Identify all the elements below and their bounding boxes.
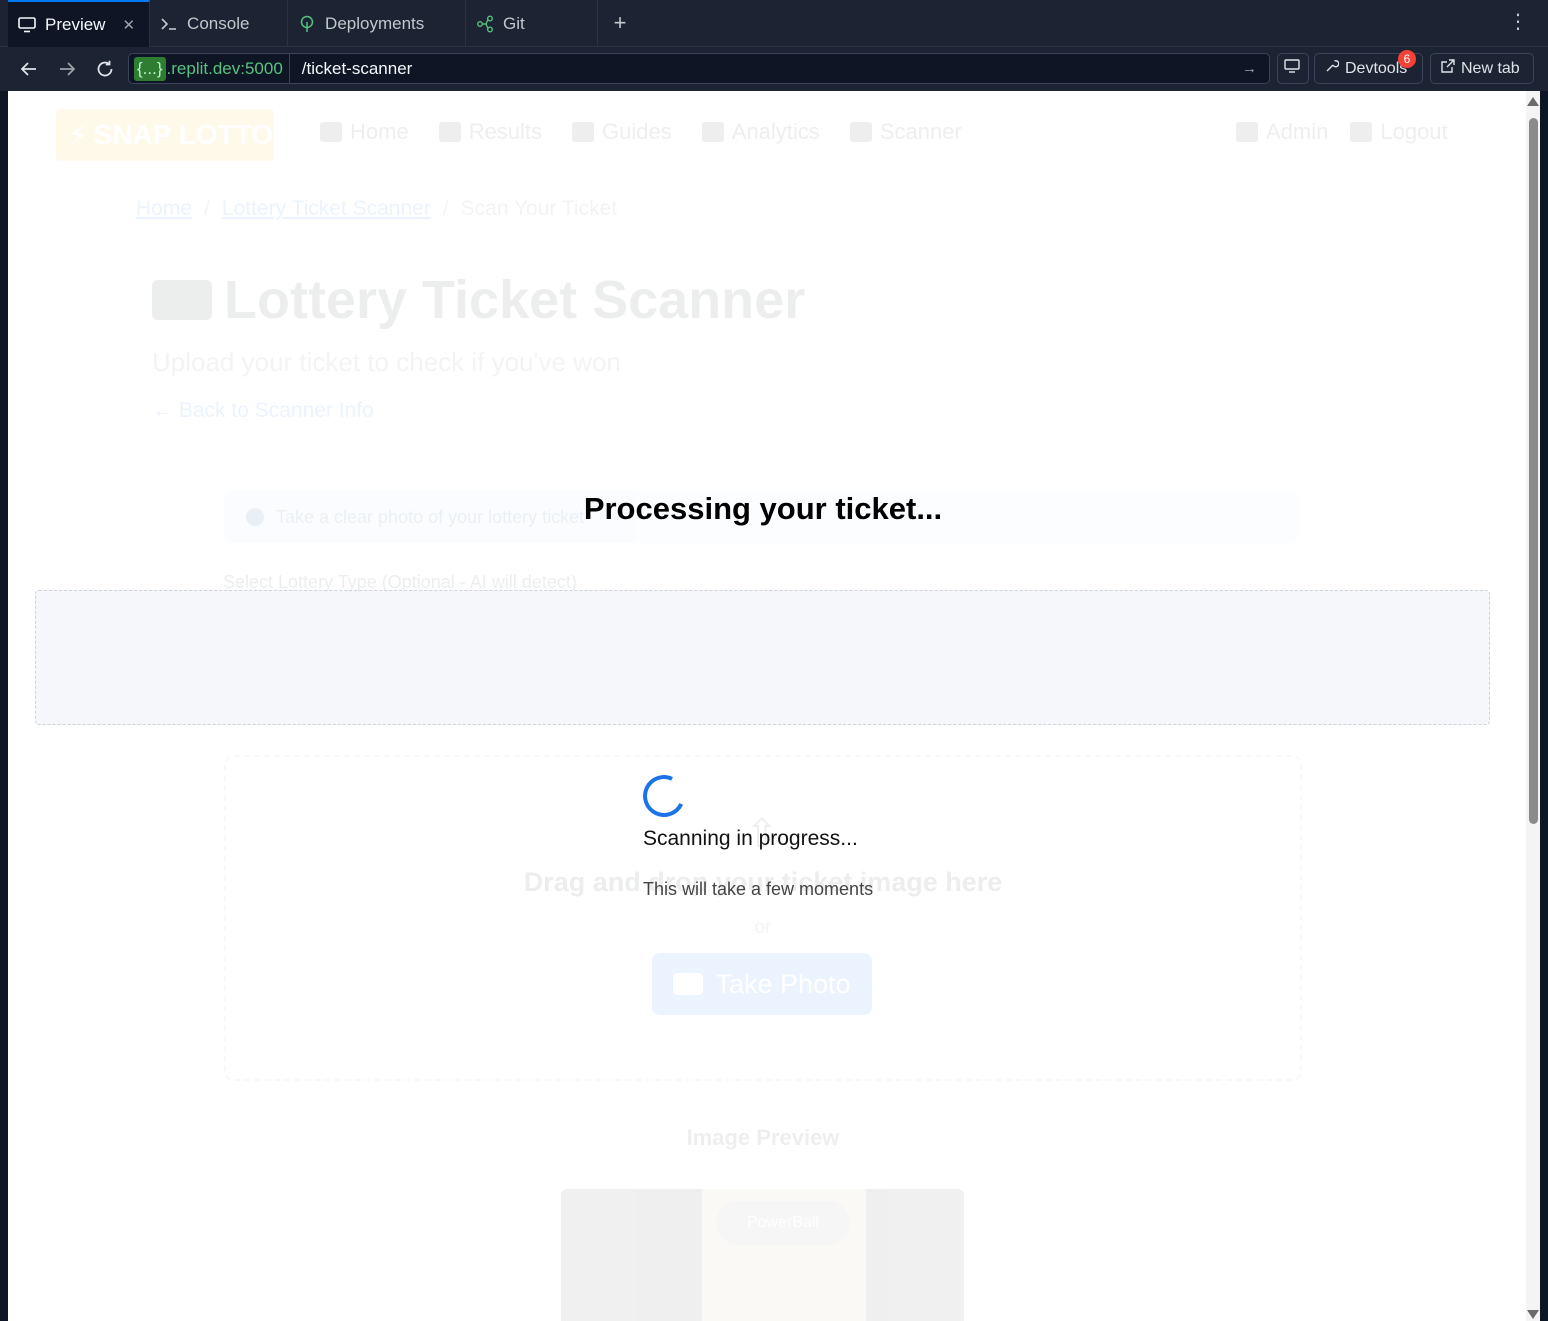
ticket-photo: PowerBall — [702, 1189, 866, 1321]
deploy-icon — [298, 15, 316, 33]
close-icon[interactable]: ✕ — [122, 16, 135, 34]
nav-logout-label: Logout — [1380, 119, 1448, 144]
nav-guides-label: Guides — [602, 119, 672, 144]
processing-panel — [35, 590, 1490, 725]
nav-results-label: Results — [468, 119, 543, 144]
home-icon — [320, 122, 342, 142]
reload-icon[interactable] — [87, 51, 123, 87]
brand-logo[interactable]: ⚡ SNAP LOTTO — [56, 109, 274, 161]
ticket-image-preview: PowerBall — [561, 1189, 964, 1321]
nav-home-label: Home — [350, 119, 409, 144]
nav-admin[interactable]: Admin — [1236, 119, 1328, 145]
scroll-thumb[interactable] — [1529, 118, 1538, 824]
camera-icon — [673, 973, 704, 995]
tab-console[interactable]: Console — [150, 0, 289, 47]
tab-preview[interactable]: Preview ✕ — [8, 0, 151, 47]
scanning-status: Scanning in progress... — [643, 827, 858, 850]
url-host-badge: {...} — [134, 56, 166, 81]
ticket-icon — [152, 280, 212, 320]
nav-home[interactable]: Home — [320, 119, 409, 145]
processing-title: Processing your ticket... — [583, 491, 943, 526]
breadcrumb-current: Scan Your Ticket — [460, 197, 618, 220]
book-icon — [572, 122, 595, 142]
url-field[interactable]: {...} .replit.dev:5000 /ticket-scanner → — [128, 53, 1270, 84]
scanning-subtext: This will take a few moments — [643, 879, 874, 899]
vertical-scrollbar[interactable] — [1526, 91, 1540, 1321]
tab-deployments-label: Deployments — [325, 13, 425, 33]
breadcrumb-scanner[interactable]: Lottery Ticket Scanner — [222, 197, 431, 221]
arrow-left-icon: ← — [152, 399, 173, 422]
new-tab-button[interactable]: New tab — [1430, 53, 1534, 84]
back-to-scanner-info-link[interactable]: ← Back to Scanner Info — [152, 399, 374, 423]
new-tab-label: New tab — [1461, 59, 1520, 77]
page-title-text: Lottery Ticket Scanner — [224, 270, 806, 330]
chart-icon — [701, 122, 724, 142]
device-toggle-button[interactable] — [1277, 53, 1309, 84]
url-host-domain: .replit.dev:5000 — [166, 58, 283, 78]
monitor-icon — [18, 16, 36, 34]
take-photo-label: Take Photo — [715, 968, 851, 999]
tab-deployments[interactable]: Deployments — [288, 0, 467, 47]
devtools-button[interactable]: Devtools 6 — [1314, 50, 1423, 84]
terminal-icon — [160, 15, 178, 33]
tab-preview-label: Preview — [45, 14, 106, 34]
main-nav: Home Results Guides Analytics Scanner — [320, 119, 962, 145]
nav-scanner[interactable]: Scanner — [849, 119, 962, 145]
lightning-icon: ⚡ — [68, 119, 88, 151]
breadcrumb: Home / Lottery Ticket Scanner / Scan You… — [136, 197, 617, 221]
nav-admin-label: Admin — [1266, 119, 1329, 144]
back-link-label: Back to Scanner Info — [178, 399, 374, 422]
ticket-icon — [849, 122, 872, 142]
image-preview-title: Image Preview — [686, 1125, 840, 1150]
powerball-logo: PowerBall — [716, 1201, 850, 1245]
external-link-icon — [1441, 59, 1455, 78]
tab-git[interactable]: Git — [466, 0, 599, 47]
nav-results[interactable]: Results — [438, 119, 543, 145]
tab-git-label: Git — [503, 13, 525, 33]
breadcrumb-separator: / — [204, 197, 210, 220]
nav-right: Admin Logout — [1236, 119, 1448, 145]
nav-guides[interactable]: Guides — [572, 119, 672, 145]
devtools-count-badge: 6 — [1398, 50, 1416, 68]
address-bar: {...} .replit.dev:5000 /ticket-scanner →… — [0, 47, 1548, 91]
web-preview: ⚡ SNAP LOTTO Home Results Guides Analyti… — [8, 91, 1540, 1321]
tab-console-label: Console — [187, 13, 250, 33]
page-title: Lottery Ticket Scanner — [152, 269, 805, 331]
take-photo-button[interactable]: Take Photo — [652, 953, 872, 1015]
url-path: /ticket-scanner — [301, 58, 413, 78]
dropzone-or: or — [754, 917, 772, 938]
git-icon — [476, 15, 494, 33]
ide-tab-bar: Preview ✕ Console Deployments Git + — [0, 0, 1548, 47]
breadcrumb-home[interactable]: Home — [136, 197, 192, 221]
screen-icon — [1284, 59, 1300, 78]
scroll-up-icon[interactable] — [1527, 97, 1539, 106]
add-tab-button[interactable]: + — [598, 0, 642, 46]
logout-icon — [1350, 122, 1373, 142]
nav-analytics-label: Analytics — [731, 119, 820, 144]
breadcrumb-separator: / — [442, 197, 449, 220]
back-arrow-icon[interactable] — [11, 51, 47, 87]
nav-analytics[interactable]: Analytics — [701, 119, 820, 145]
arrow-right-icon[interactable]: → — [1242, 60, 1269, 77]
scroll-down-icon[interactable] — [1527, 1310, 1539, 1319]
nav-logout[interactable]: Logout — [1350, 119, 1448, 145]
plus-icon: + — [613, 10, 627, 35]
more-options-icon[interactable]: ⋮ — [1508, 12, 1528, 32]
nav-scanner-label: Scanner — [879, 119, 962, 144]
page-subtitle: Upload your ticket to check if you've wo… — [152, 347, 621, 377]
shield-icon — [1236, 122, 1258, 142]
wrench-icon — [1325, 59, 1340, 78]
forward-arrow-icon[interactable] — [49, 51, 85, 87]
url-host: {...} .replit.dev:5000 — [129, 54, 290, 83]
brand-name: SNAP LOTTO — [93, 119, 274, 150]
list-icon — [438, 122, 461, 142]
